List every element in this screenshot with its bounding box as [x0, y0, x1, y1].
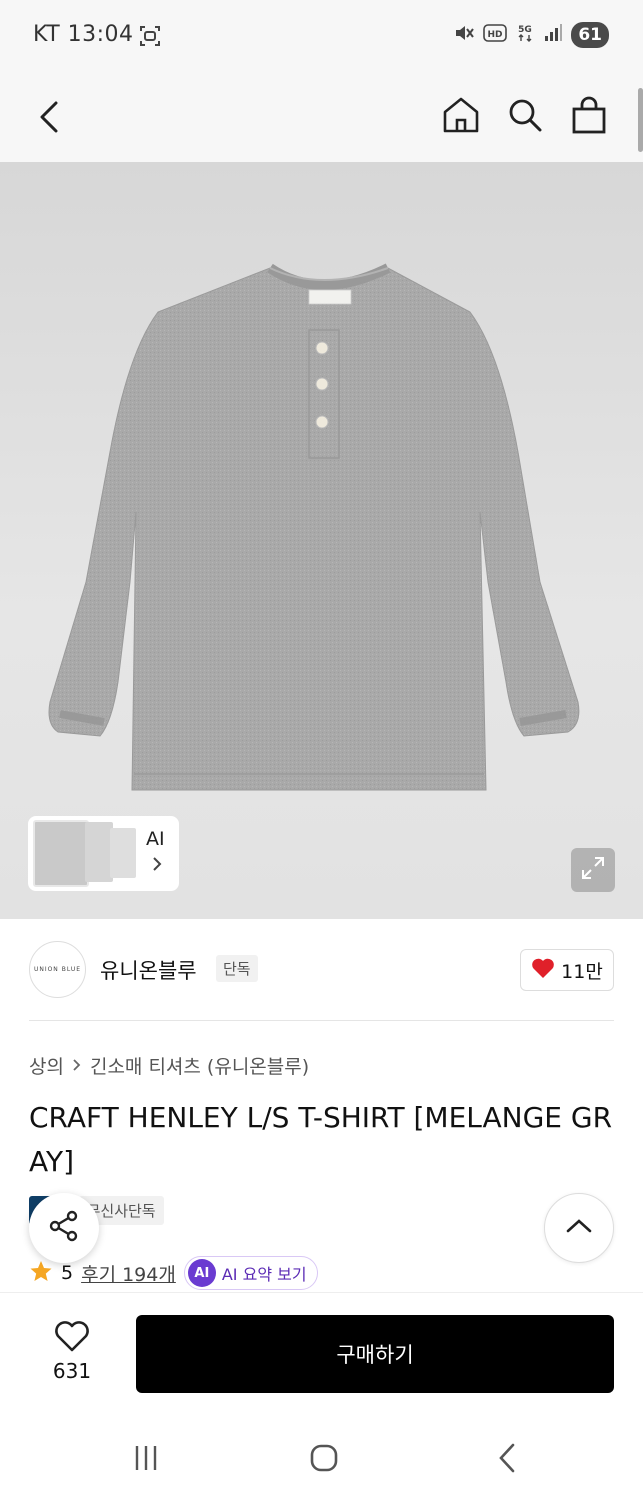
top-nav-bar — [0, 72, 643, 162]
5g-signal-icon: 5G — [515, 22, 535, 48]
share-icon — [47, 1209, 81, 1247]
svg-text:5G: 5G — [519, 25, 533, 35]
thumbnail-front[interactable] — [33, 820, 89, 887]
scroll-top-button[interactable] — [544, 1193, 614, 1263]
henley-shirt-illustration — [48, 263, 580, 791]
brand-row: UNION BLUE 유니온블루 단독 11만 — [0, 919, 643, 1021]
brand-logo-text: UNION BLUE — [33, 966, 82, 973]
breadcrumb-subcategory[interactable]: 긴소매 티셔츠 (유니온블루) — [90, 1052, 309, 1079]
back-button[interactable] — [26, 93, 74, 141]
product-image[interactable]: AI — [0, 162, 643, 919]
ai-summary-button[interactable]: AI AI 요약 보기 — [183, 1256, 318, 1290]
screenshot-icon — [138, 24, 162, 52]
hd-icon: HD — [483, 23, 508, 47]
brand-name[interactable]: 유니온블루 — [100, 955, 197, 985]
wishlist-button[interactable]: 631 — [42, 1319, 102, 1383]
heart-icon — [531, 957, 555, 984]
review-link[interactable]: 후기 194개 — [81, 1260, 176, 1287]
home-system-button[interactable] — [304, 1440, 344, 1480]
wishlist-count: 631 — [52, 1359, 92, 1383]
heart-outline-icon — [53, 1321, 91, 1357]
chevron-right-icon — [72, 1055, 82, 1077]
svg-text:HD: HD — [488, 30, 503, 40]
star-icon — [29, 1259, 53, 1288]
search-icon — [506, 96, 544, 138]
brand-logo[interactable]: UNION BLUE — [29, 941, 86, 998]
brand-like-button[interactable]: 11만 — [520, 949, 614, 991]
thumbnail-strip[interactable]: AI — [28, 816, 179, 891]
thumbnail-ai-label: AI — [146, 828, 165, 850]
system-nav-bar — [0, 1416, 643, 1500]
recent-apps-button[interactable] — [126, 1440, 166, 1480]
back-system-button[interactable] — [487, 1440, 527, 1480]
brand-exclusive-tag: 단독 — [216, 955, 258, 982]
shopping-bag-icon — [570, 95, 608, 139]
divider — [29, 1020, 614, 1021]
brand-like-count: 11만 — [561, 960, 603, 983]
mute-icon — [453, 22, 475, 48]
home-icon — [441, 95, 481, 139]
share-button[interactable] — [29, 1193, 99, 1263]
battery-indicator: 61 — [571, 22, 609, 48]
thumbnail-side[interactable] — [85, 822, 113, 882]
breadcrumb: 상의 긴소매 티셔츠 (유니온블루) — [29, 1052, 309, 1079]
breadcrumb-category[interactable]: 상의 — [29, 1052, 64, 1079]
ai-summary-label: AI 요약 보기 — [221, 1265, 307, 1284]
ai-badge-icon: AI — [187, 1259, 216, 1287]
search-button[interactable] — [501, 93, 549, 141]
home-circle-icon — [308, 1442, 340, 1478]
rating-value: 5 — [61, 1262, 74, 1284]
recent-apps-icon — [131, 1443, 161, 1477]
expand-icon — [580, 855, 606, 885]
buy-button[interactable]: 구매하기 — [136, 1315, 614, 1393]
scroll-indicator — [638, 88, 643, 152]
bottom-purchase-bar: 631 구매하기 — [0, 1292, 643, 1416]
back-chevron-icon — [496, 1442, 518, 1478]
signal-icon — [543, 23, 563, 47]
home-button[interactable] — [437, 93, 485, 141]
chevron-up-icon — [565, 1217, 593, 1239]
cart-button[interactable] — [565, 93, 613, 141]
product-title: CRAFT HENLEY L/S T-SHIRT [MELANGE GRAY] — [29, 1101, 613, 1178]
status-time: KT 13:04 — [33, 22, 134, 47]
thumbnail-back[interactable] — [110, 828, 136, 878]
chevron-right-icon — [151, 856, 163, 877]
expand-image-button[interactable] — [571, 848, 615, 892]
status-bar: KT 13:04 HD 5G 61 — [0, 0, 643, 72]
